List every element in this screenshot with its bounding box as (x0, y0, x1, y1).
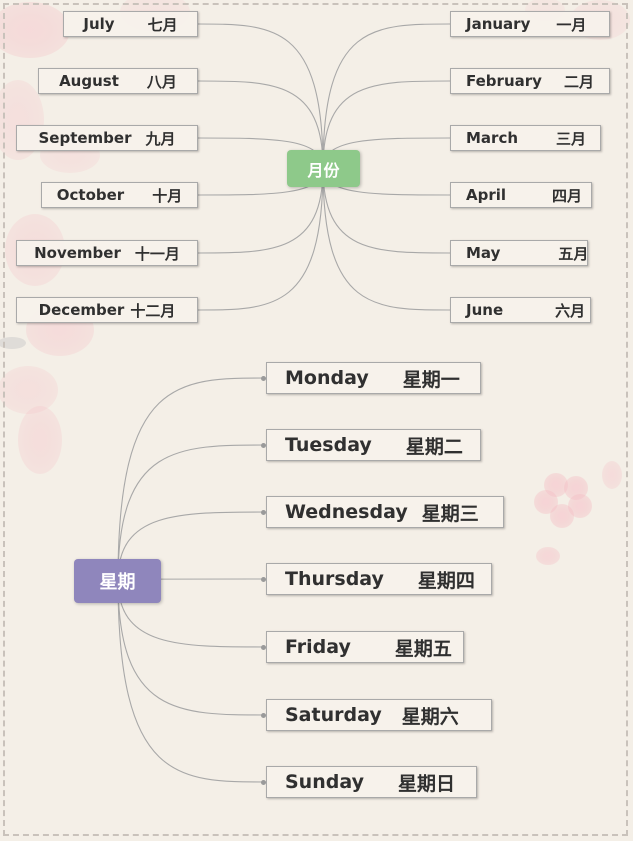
weekday-node-tuesday-english: Tuesday (285, 434, 372, 456)
month-node-february-chinese: 二月 (563, 72, 594, 91)
month-node-june-chinese: 六月 (555, 301, 586, 320)
weekday-node-saturday-chinese: 星期六 (401, 705, 459, 728)
month-node-july-english: July (83, 15, 115, 33)
month-node-january-chinese: 一月 (556, 15, 587, 34)
month-node-october-chinese: 十月 (152, 186, 183, 205)
month-node-december-english: December (38, 301, 125, 319)
month-node-may-chinese: 五月 (558, 244, 589, 263)
weekday-node-sunday-english: Sunday (285, 771, 364, 793)
month-node-july[interactable]: July 七月 (63, 11, 198, 37)
weekday-node-thursday-english: Thursday (285, 568, 384, 590)
connector-july (197, 23, 324, 169)
month-node-march[interactable]: March 三月 (450, 125, 601, 151)
weekday-node-monday-english: Monday (285, 367, 369, 389)
weekday-node-sunday-chinese: 星期日 (397, 772, 455, 795)
month-node-june-english: June (466, 301, 504, 319)
weekday-node-saturday-english: Saturday (285, 704, 382, 726)
month-node-september-chinese: 九月 (145, 129, 176, 148)
weekday-node-sunday[interactable]: Sunday 星期日 (266, 766, 477, 798)
month-node-september[interactable]: September 九月 (16, 125, 198, 151)
month-node-august[interactable]: August 八月 (38, 68, 198, 94)
connector-sunday (117, 579, 267, 783)
month-node-february[interactable]: February 二月 (450, 68, 610, 94)
connector-dot (261, 779, 266, 785)
connector-dot (261, 644, 266, 650)
month-node-may[interactable]: May 五月 (450, 240, 588, 266)
months-hub-node[interactable]: 月份 (287, 150, 360, 187)
month-node-march-english: March (466, 129, 519, 147)
weekday-node-tuesday[interactable]: Tuesday 星期二 (266, 429, 481, 461)
connector-dot (261, 442, 266, 448)
weekday-node-monday[interactable]: Monday 星期一 (266, 362, 481, 394)
month-node-november[interactable]: November 十一月 (16, 240, 198, 266)
connector-dot (261, 375, 266, 381)
connector-june (322, 167, 451, 311)
weekdays-hub-label: 星期 (99, 572, 136, 593)
weekdays-hub-node[interactable]: 星期 (74, 559, 161, 603)
weekday-node-friday-english: Friday (285, 636, 351, 658)
connector-january (322, 23, 451, 169)
month-node-november-english: November (34, 244, 121, 262)
month-node-april-chinese: 四月 (552, 186, 583, 205)
weekday-node-wednesday-english: Wednesday (285, 501, 408, 523)
month-node-november-chinese: 十一月 (134, 244, 180, 263)
month-node-may-english: May (466, 244, 501, 262)
month-node-april-english: April (466, 186, 507, 204)
month-node-september-english: September (38, 129, 132, 147)
weekday-node-friday-chinese: 星期五 (394, 637, 452, 660)
month-node-january[interactable]: January 一月 (450, 11, 610, 37)
connector-dot (261, 576, 266, 582)
months-hub-label: 月份 (307, 160, 340, 180)
month-node-june[interactable]: June 六月 (450, 297, 591, 323)
connector-dot (261, 509, 266, 515)
month-node-october-english: October (56, 186, 125, 204)
weekday-node-thursday[interactable]: Thursday 星期四 (266, 563, 492, 595)
month-node-july-chinese: 七月 (147, 15, 178, 34)
month-node-march-chinese: 三月 (556, 129, 587, 148)
month-node-april[interactable]: April 四月 (450, 182, 592, 208)
mind-map-canvas: July 七月 August 八月 September 九月 October 十月 Novemb… (0, 0, 633, 841)
month-node-december-chinese: 十二月 (130, 301, 176, 320)
connector-dot (261, 712, 266, 718)
connector-december (197, 167, 324, 311)
month-node-august-english: August (59, 72, 119, 90)
weekday-node-tuesday-chinese: 星期二 (405, 435, 463, 458)
weekday-node-wednesday[interactable]: Wednesday 星期三 (266, 496, 504, 528)
month-node-january-english: January (466, 15, 531, 33)
connector-monday (117, 377, 267, 581)
weekday-node-friday[interactable]: Friday 星期五 (266, 631, 464, 663)
month-node-october[interactable]: October 十月 (41, 182, 198, 208)
weekday-node-saturday[interactable]: Saturday 星期六 (266, 699, 492, 731)
weekday-node-thursday-chinese: 星期四 (417, 569, 475, 592)
weekday-node-monday-chinese: 星期一 (402, 368, 460, 391)
weekday-node-wednesday-chinese: 星期三 (421, 502, 479, 525)
month-node-february-english: February (466, 72, 542, 90)
month-node-august-chinese: 八月 (146, 72, 177, 91)
month-node-december[interactable]: December 十二月 (16, 297, 198, 323)
